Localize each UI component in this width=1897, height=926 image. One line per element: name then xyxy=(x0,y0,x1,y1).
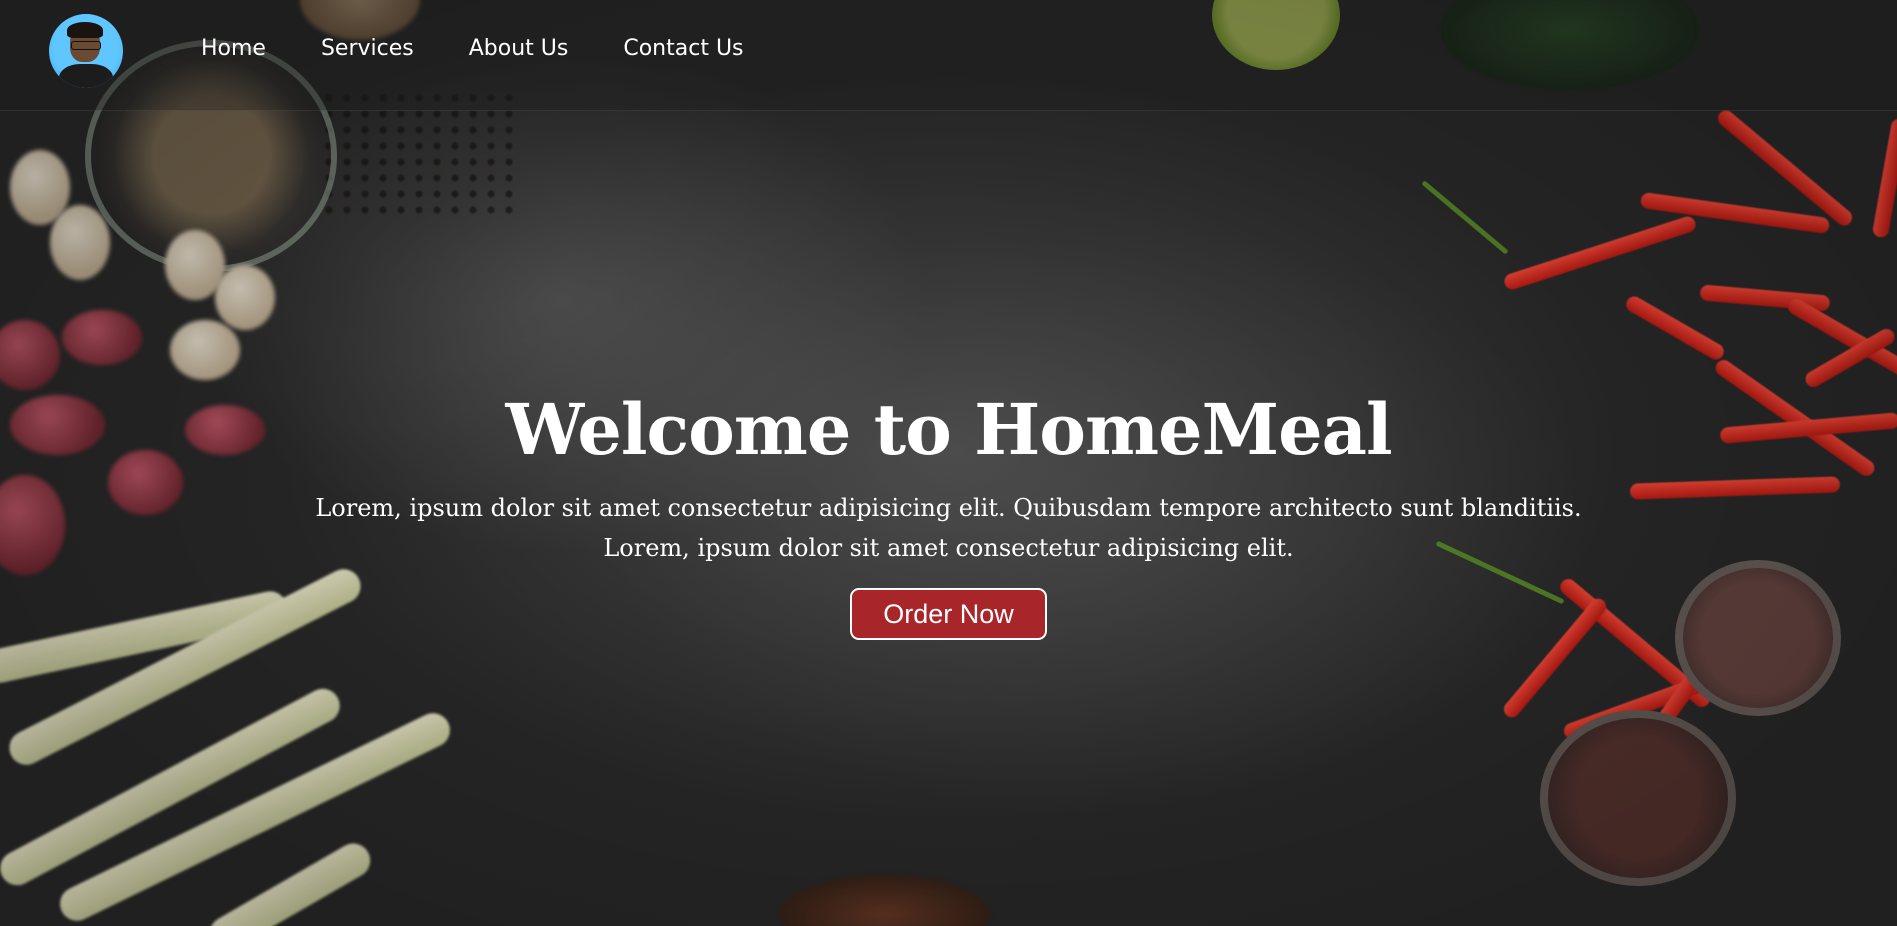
hero-description-line-2: Lorem, ipsum dolor sit amet consectetur … xyxy=(603,534,1294,562)
nav-links: Home Services About Us Contact Us xyxy=(201,36,799,61)
order-now-button[interactable]: Order Now xyxy=(850,588,1047,640)
avatar-glasses xyxy=(71,41,101,50)
nav-link-services[interactable]: Services xyxy=(321,36,414,61)
avatar-body xyxy=(59,64,113,88)
avatar[interactable] xyxy=(49,14,123,88)
top-navbar: Home Services About Us Contact Us xyxy=(0,0,1897,111)
nav-link-contact-us[interactable]: Contact Us xyxy=(623,36,743,61)
hero-description: Lorem, ipsum dolor sit amet consectetur … xyxy=(0,488,1897,568)
hero-content: Welcome to HomeMeal Lorem, ipsum dolor s… xyxy=(0,380,1897,640)
hero-title: Welcome to HomeMeal xyxy=(505,388,1392,471)
nav-link-about-us[interactable]: About Us xyxy=(469,36,569,61)
hero-description-line-1: Lorem, ipsum dolor sit amet consectetur … xyxy=(315,494,1582,522)
avatar-hair xyxy=(67,22,103,38)
nav-link-home[interactable]: Home xyxy=(201,36,266,61)
